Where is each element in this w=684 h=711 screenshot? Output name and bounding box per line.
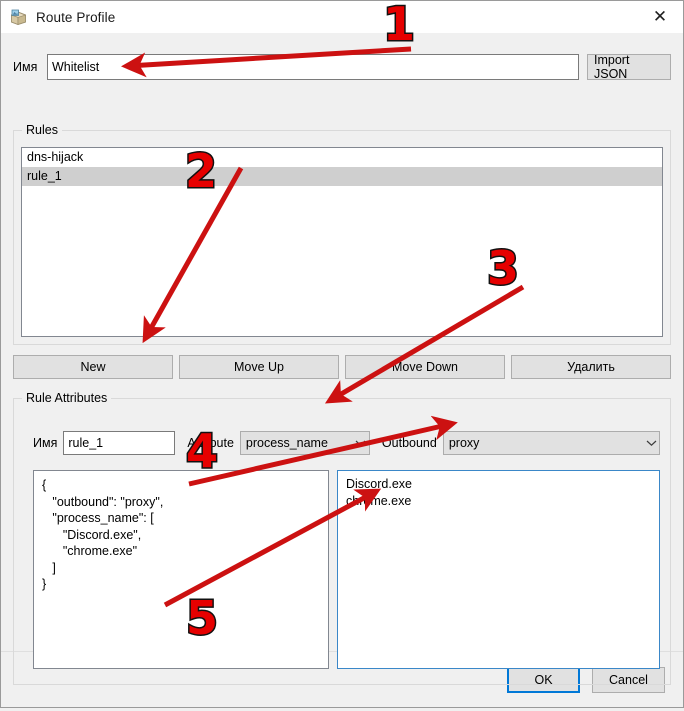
profile-name-row: Имя Import JSON [13, 53, 671, 81]
attribute-label: Attribute [187, 436, 234, 450]
dialog-content: Имя Import JSON Rules dns-hijack rule_1 … [1, 33, 683, 685]
attribute-select-value: process_name [245, 436, 328, 450]
list-item[interactable]: dns-hijack [22, 148, 662, 167]
package-icon [10, 9, 27, 26]
rules-listbox[interactable]: dns-hijack rule_1 [21, 147, 663, 337]
import-json-button[interactable]: Import JSON [587, 53, 671, 81]
rule-actions-row: New Move Up Move Down Удалить [13, 355, 671, 379]
outbound-select-value: proxy [448, 436, 480, 450]
title-bar: Route Profile ✕ [1, 1, 683, 33]
attribute-select[interactable]: process_name [239, 431, 370, 455]
profile-name-input[interactable] [47, 54, 579, 80]
delete-rule-button[interactable]: Удалить [511, 355, 671, 379]
chevron-down-icon [353, 439, 369, 447]
rule-attributes-title: Rule Attributes [22, 391, 112, 405]
list-item[interactable]: chrome.exe [346, 493, 651, 510]
outbound-select[interactable]: proxy [442, 431, 660, 455]
list-item[interactable]: rule_1 [22, 167, 662, 186]
rule-attributes-group: Rule Attributes Имя Attribute process_na… [13, 391, 671, 685]
profile-name-label: Имя [13, 60, 38, 74]
rule-attribute-fields-row: Имя Attribute process_name Outbound prox… [33, 431, 660, 455]
rule-name-input[interactable] [63, 431, 176, 455]
outbound-label: Outbound [381, 436, 437, 450]
rule-name-label: Имя [33, 436, 58, 450]
process-list-editor[interactable]: Discord.exe chrome.exe [337, 470, 660, 669]
close-icon[interactable]: ✕ [637, 1, 683, 33]
move-down-button[interactable]: Move Down [345, 355, 505, 379]
chevron-down-icon [643, 439, 659, 447]
window-title: Route Profile [36, 9, 116, 25]
list-item[interactable]: Discord.exe [346, 476, 651, 493]
rules-group: Rules dns-hijack rule_1 [13, 123, 671, 345]
route-profile-dialog: Route Profile ✕ Имя Import JSON Rules dn… [0, 0, 684, 708]
rules-group-title: Rules [22, 123, 62, 137]
move-up-button[interactable]: Move Up [179, 355, 339, 379]
new-rule-button[interactable]: New [13, 355, 173, 379]
rule-json-editor[interactable]: { "outbound": "proxy", "process_name": [… [33, 470, 329, 669]
